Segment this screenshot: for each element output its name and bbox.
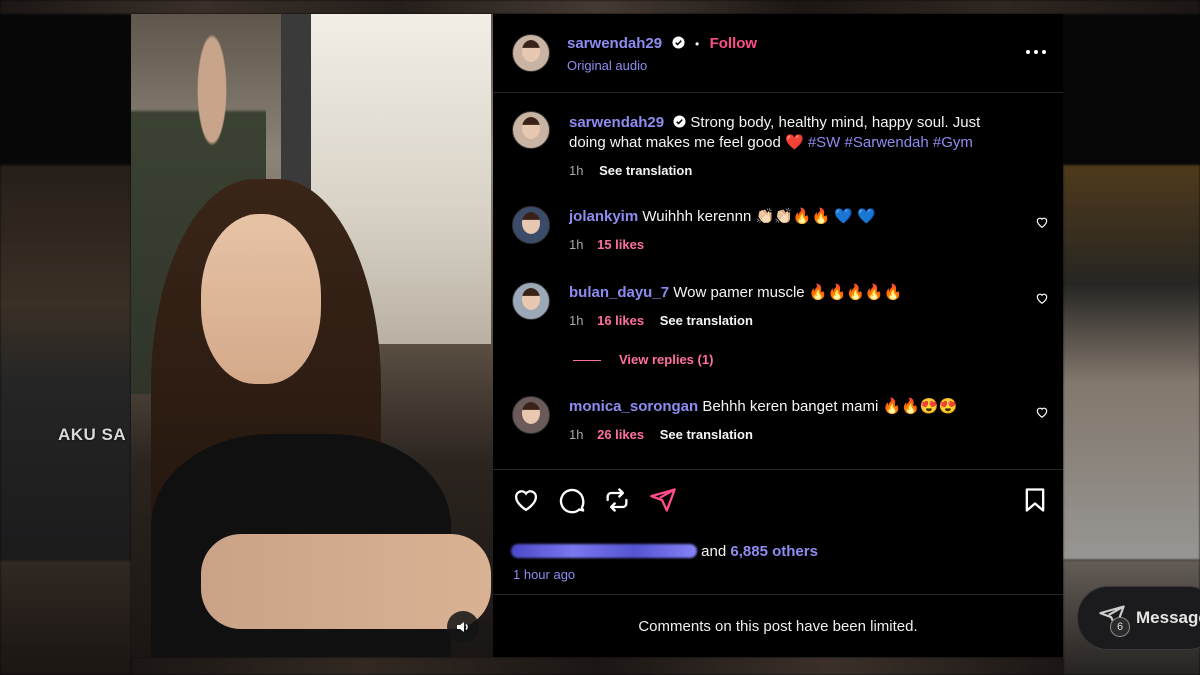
- comment-see-translation[interactable]: See translation: [660, 313, 753, 328]
- messages-label: Messages: [1136, 608, 1200, 627]
- more-dot-icon: [1026, 50, 1030, 54]
- comment-bubble-icon[interactable]: [558, 486, 586, 514]
- comment-text: Wuihhh kerennn 👏🏻👏🏻🔥🔥 💙 💙: [642, 208, 876, 225]
- more-options-button[interactable]: [1021, 40, 1051, 64]
- repost-icon[interactable]: [603, 486, 631, 514]
- comment-text: Behhh keren banget mami 🔥🔥😍😍: [702, 398, 958, 415]
- comment-text-block: bulan_dayu_7 Wow pamer muscle 🔥🔥🔥🔥🔥: [569, 283, 1013, 303]
- messages-button[interactable]: 6 Messages: [1077, 586, 1200, 650]
- author-avatar[interactable]: [512, 34, 550, 72]
- liked-by-blurred-name[interactable]: [511, 544, 697, 558]
- background-reel-caption: AKU SA: [58, 425, 127, 444]
- comments-list[interactable]: sarwendah29 Strong body, healthy mind, h…: [493, 93, 1063, 468]
- comment-avatar[interactable]: [512, 206, 550, 244]
- liked-by-and: and: [701, 543, 727, 560]
- like-heart-icon[interactable]: [512, 486, 540, 514]
- hashtag-sarwendah[interactable]: #Sarwendah: [845, 134, 929, 151]
- view-replies-button[interactable]: View replies (1): [573, 352, 713, 367]
- comment-like-heart-icon[interactable]: [1035, 291, 1049, 305]
- post-header: sarwendah29 • Follow Original audio: [493, 14, 1063, 93]
- comment-likes[interactable]: 16 likes: [597, 313, 644, 328]
- header-separator: •: [694, 37, 700, 51]
- verified-badge-icon: [673, 115, 686, 128]
- comment-meta: 1h 26 likes See translation: [569, 427, 753, 442]
- caption-username[interactable]: sarwendah29: [569, 114, 664, 131]
- comment-see-translation[interactable]: See translation: [660, 427, 753, 442]
- post-timestamp[interactable]: 1 hour ago: [513, 567, 575, 582]
- heart-emoji: ❤️: [784, 134, 804, 151]
- audio-link[interactable]: Original audio: [567, 58, 647, 73]
- caption-row: sarwendah29 Strong body, healthy mind, h…: [493, 93, 1063, 188]
- caption-text-block: sarwendah29 Strong body, healthy mind, h…: [569, 113, 1013, 153]
- hashtag-gym[interactable]: #Gym: [933, 134, 973, 151]
- comment-likes[interactable]: 26 likes: [597, 427, 644, 442]
- caption-time: 1h: [569, 163, 584, 178]
- caption-avatar[interactable]: [512, 111, 550, 149]
- speaker-icon: [457, 622, 468, 632]
- messages-icon-wrap: 6: [1098, 603, 1130, 637]
- comment-meta: 1h 15 likes: [569, 237, 644, 252]
- comment-meta: 1h 16 likes See translation: [569, 313, 753, 328]
- save-bookmark-icon[interactable]: [1021, 486, 1049, 514]
- messages-badge: 6: [1110, 617, 1130, 637]
- more-dot-icon: [1042, 50, 1046, 54]
- comment-like-heart-icon[interactable]: [1035, 215, 1049, 229]
- author-username[interactable]: sarwendah29: [567, 35, 662, 52]
- comment-avatar[interactable]: [512, 396, 550, 434]
- more-dot-icon: [1034, 50, 1038, 54]
- verified-badge-icon: [671, 36, 685, 49]
- comment-row: monica_sorongan Behhh keren banget mami …: [493, 393, 1063, 453]
- comment-username[interactable]: jolankyim: [569, 208, 638, 225]
- video-scene-arm: [201, 534, 491, 629]
- comment-text-block: jolankyim Wuihhh kerennn 👏🏻👏🏻🔥🔥 💙 💙: [569, 207, 1013, 227]
- comment-time: 1h: [569, 313, 584, 328]
- comments-limited-notice: Comments on this post have been limited.: [493, 594, 1063, 658]
- comment-username[interactable]: bulan_dayu_7: [569, 284, 669, 301]
- liked-by-others-link[interactable]: 6,885 others: [730, 543, 818, 560]
- comment-likes[interactable]: 15 likes: [597, 237, 644, 252]
- comment-username[interactable]: monica_sorongan: [569, 398, 698, 415]
- comment-text-block: monica_sorongan Behhh keren banget mami …: [569, 397, 1013, 417]
- comment-row: bulan_dayu_7 Wow pamer muscle 🔥🔥🔥🔥🔥 1h 1…: [493, 279, 1063, 379]
- comment-time: 1h: [569, 427, 584, 442]
- comment-like-heart-icon[interactable]: [1035, 405, 1049, 419]
- video-scene-face: [201, 214, 321, 384]
- liked-by-summary: and 6,885 others: [511, 543, 818, 560]
- hashtag-sw[interactable]: #SW: [808, 134, 841, 151]
- post-video[interactable]: [131, 14, 493, 657]
- follow-button[interactable]: Follow: [710, 35, 758, 52]
- share-send-icon[interactable]: [649, 486, 677, 514]
- post-actions: and 6,885 others 1 hour ago: [493, 469, 1063, 595]
- sound-toggle-button[interactable]: [447, 611, 479, 643]
- post-details-panel: sarwendah29 • Follow Original audio sarw…: [493, 14, 1063, 657]
- comment-text: Wow pamer muscle 🔥🔥🔥🔥🔥: [673, 284, 903, 301]
- caption-see-translation[interactable]: See translation: [599, 163, 692, 178]
- caption-meta: 1h See translation: [569, 163, 692, 178]
- comment-avatar[interactable]: [512, 282, 550, 320]
- comment-row: jolankyim Wuihhh kerennn 👏🏻👏🏻🔥🔥 💙 💙 1h 1…: [493, 203, 1063, 263]
- comment-time: 1h: [569, 237, 584, 252]
